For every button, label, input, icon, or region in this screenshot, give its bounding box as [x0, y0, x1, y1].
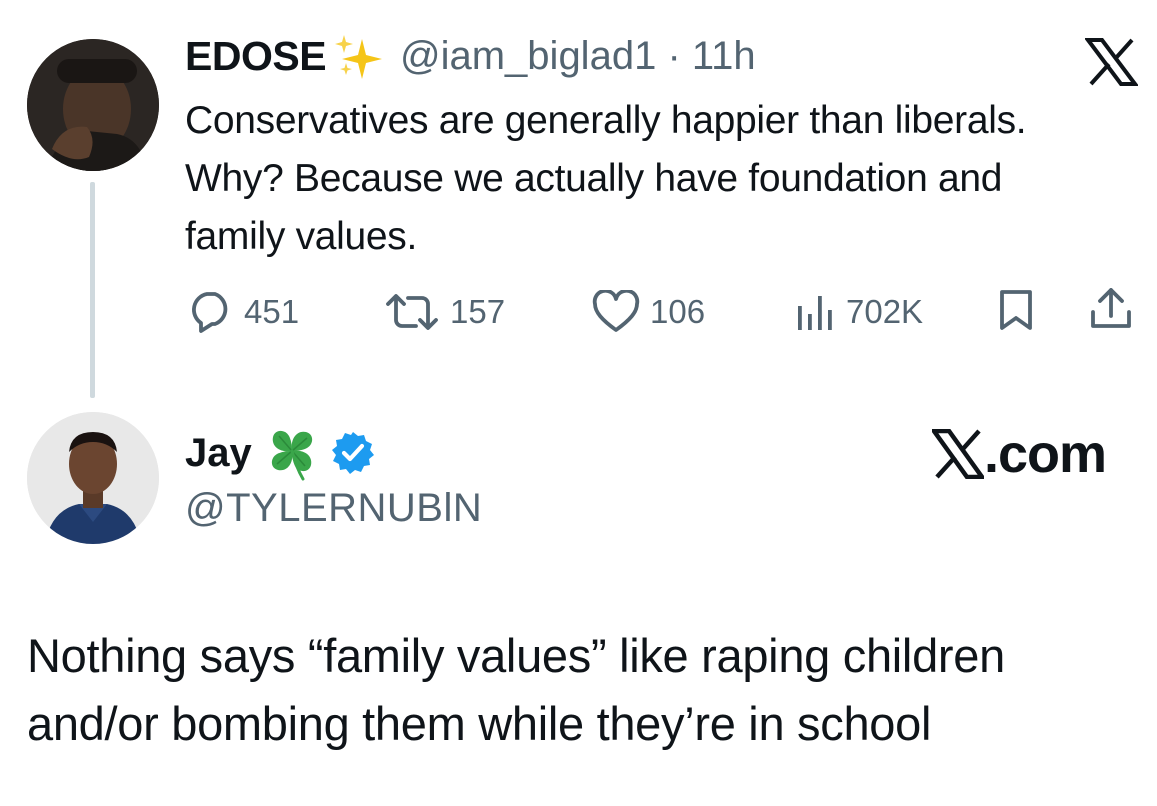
four-leaf-clover-emoji — [271, 430, 313, 481]
quoted-handle-time: @iam_biglad1 · 11h — [400, 34, 756, 78]
sparkles-emoji — [335, 35, 382, 79]
avatar-edose[interactable] — [27, 39, 159, 171]
retweet-button[interactable]: 157 — [384, 290, 505, 334]
avatar-edose-image — [27, 39, 159, 171]
x-logo-brand-icon — [932, 429, 984, 479]
avatar-jay[interactable] — [27, 412, 159, 544]
quoted-display-name[interactable]: EDOSE — [185, 34, 327, 78]
avatar-jay-image — [27, 412, 159, 544]
views-icon — [798, 296, 832, 330]
reply-display-name[interactable]: Jay — [185, 431, 252, 475]
thread-connector-line — [90, 182, 95, 398]
reply-tweet-text: Nothing says “family values” like raping… — [27, 629, 1005, 750]
reply-icon — [192, 292, 228, 333]
like-count: 106 — [650, 293, 706, 330]
share-button[interactable] — [1088, 286, 1134, 332]
site-domain-label: .com — [984, 424, 1107, 484]
bookmark-icon — [1000, 290, 1032, 330]
like-icon — [592, 290, 640, 332]
retweet-icon — [386, 294, 438, 330]
verified-badge-icon — [332, 432, 374, 474]
like-button[interactable]: 106 — [592, 290, 705, 334]
retweet-count: 157 — [450, 293, 506, 330]
quoted-time[interactable]: 11h — [692, 34, 756, 78]
quoted-tweet-text: Conservatives are generally happier than… — [185, 99, 1027, 258]
share-icon — [1091, 288, 1131, 328]
views-button[interactable]: 702K — [794, 290, 923, 334]
reply-handle[interactable]: @TYLERNUBlN — [185, 486, 482, 530]
views-count: 702K — [846, 293, 924, 330]
bookmark-button[interactable] — [998, 288, 1034, 332]
x-com-branding: .com — [932, 424, 1107, 484]
x-logo-icon[interactable] — [1085, 38, 1138, 86]
reply-count: 451 — [244, 293, 300, 330]
reply-button[interactable]: 451 — [188, 290, 299, 334]
time-separator: · — [667, 34, 681, 78]
quoted-handle[interactable]: @iam_biglad1 — [400, 34, 656, 78]
